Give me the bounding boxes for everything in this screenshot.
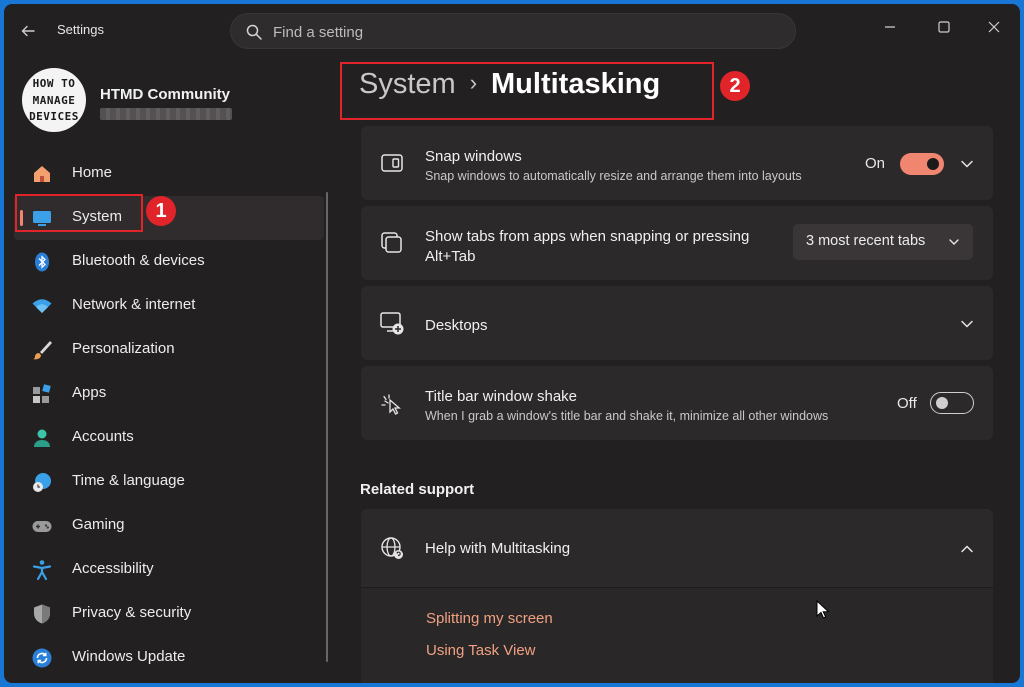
settings-window: Settings HOW TO MANAGE DEVICES HTMD Comm…	[4, 4, 1020, 683]
snap-windows-icon	[381, 154, 403, 172]
sidebar-item-network[interactable]: Network & internet	[14, 284, 324, 328]
snap-windows-card[interactable]: Snap windows Snap windows to automatical…	[361, 126, 993, 200]
minimize-button[interactable]	[870, 12, 910, 42]
back-arrow-icon	[21, 25, 35, 37]
apps-icon	[33, 384, 51, 403]
window-shake-toggle[interactable]	[930, 392, 974, 414]
globe-clock-icon	[33, 473, 51, 492]
search-box[interactable]	[230, 13, 796, 49]
user-profile[interactable]: HOW TO MANAGE DEVICES HTMD Community	[22, 68, 322, 138]
search-icon	[246, 24, 262, 40]
annotation-badge-1: 1	[146, 196, 176, 226]
desktops-icon	[380, 312, 404, 335]
annotation-badge-2: 2	[720, 71, 750, 101]
toggle-knob	[936, 397, 948, 409]
shield-icon	[34, 604, 50, 624]
annotation-box-1	[15, 194, 143, 232]
profile-email-redacted	[100, 108, 232, 120]
update-icon	[32, 648, 52, 668]
avatar: HOW TO MANAGE DEVICES	[22, 68, 86, 132]
annotation-box-2	[340, 62, 714, 120]
window-shake-state: Off	[897, 395, 917, 412]
sidebar-item-apps[interactable]: Apps	[14, 372, 324, 416]
sidebar-item-privacy[interactable]: Privacy & security	[14, 592, 324, 636]
snap-windows-description: Snap windows to automatically resize and…	[425, 169, 802, 183]
maximize-button[interactable]	[924, 12, 964, 42]
window-shake-title: Title bar window shake	[425, 388, 578, 405]
toggle-knob	[927, 158, 939, 170]
help-multitasking-title: Help with Multitasking	[425, 540, 571, 557]
sidebar-item-time-language[interactable]: Time & language	[14, 460, 324, 504]
sidebar-item-windows-update[interactable]: Windows Update	[14, 636, 324, 680]
maximize-icon	[938, 21, 950, 33]
profile-name: HTMD Community	[100, 86, 230, 103]
back-button[interactable]	[16, 20, 40, 42]
gamepad-icon	[32, 521, 52, 532]
accessibility-icon	[32, 560, 52, 581]
help-links-panel: Splitting my screen Using Task View	[361, 587, 993, 683]
snap-tabs-card: Show tabs from apps when snapping or pre…	[361, 206, 993, 280]
minimize-icon	[885, 26, 895, 28]
snap-windows-title: Snap windows	[425, 148, 522, 165]
sidebar-item-home[interactable]: Home	[14, 152, 324, 196]
close-button[interactable]	[974, 12, 1014, 42]
close-icon	[988, 21, 1000, 33]
link-using-task-view[interactable]: Using Task View	[426, 642, 536, 659]
snap-windows-toggle[interactable]	[900, 153, 944, 175]
person-icon	[34, 429, 50, 447]
link-splitting-my-screen[interactable]: Splitting my screen	[426, 610, 553, 627]
app-title: Settings	[57, 22, 104, 37]
sidebar-item-bluetooth[interactable]: Bluetooth & devices	[14, 240, 324, 284]
desktops-title: Desktops	[425, 317, 488, 334]
window-shake-card: Title bar window shake When I grab a win…	[361, 366, 993, 440]
mouse-cursor-icon	[816, 600, 830, 619]
help-multitasking-card[interactable]: Help with Multitasking	[361, 509, 993, 587]
globe-help-icon	[381, 537, 403, 559]
snap-tabs-title: Show tabs from apps when snapping or pre…	[425, 228, 750, 245]
tabs-window-icon	[381, 232, 402, 253]
chevron-down-icon[interactable]	[957, 154, 977, 174]
title-bar: Settings	[4, 4, 1020, 56]
chevron-up-icon[interactable]	[957, 539, 977, 559]
snap-tabs-dropdown-value: 3 most recent tabs	[806, 233, 926, 249]
chevron-down-icon[interactable]	[957, 314, 977, 334]
window-shake-description: When I grab a window's title bar and sha…	[425, 409, 829, 423]
sidebar-scrollbar[interactable]	[326, 192, 328, 662]
snap-tabs-dropdown[interactable]: 3 most recent tabs	[793, 224, 973, 260]
sidebar-item-gaming[interactable]: Gaming	[14, 504, 324, 548]
bluetooth-icon	[35, 252, 49, 272]
wifi-icon	[32, 299, 52, 313]
snap-windows-state: On	[865, 155, 886, 172]
related-support-heading: Related support	[360, 481, 475, 498]
sidebar-item-personalization[interactable]: Personalization	[14, 328, 324, 372]
brush-icon	[33, 341, 52, 360]
chevron-down-icon	[949, 239, 959, 245]
search-input[interactable]	[273, 20, 773, 44]
sidebar-item-accessibility[interactable]: Accessibility	[14, 548, 324, 592]
shake-cursor-icon	[381, 394, 401, 415]
snap-tabs-title-line2: Alt+Tab	[425, 248, 476, 265]
sidebar-item-accounts[interactable]: Accounts	[14, 416, 324, 460]
home-icon	[34, 166, 50, 182]
desktops-card[interactable]: Desktops	[361, 286, 993, 360]
